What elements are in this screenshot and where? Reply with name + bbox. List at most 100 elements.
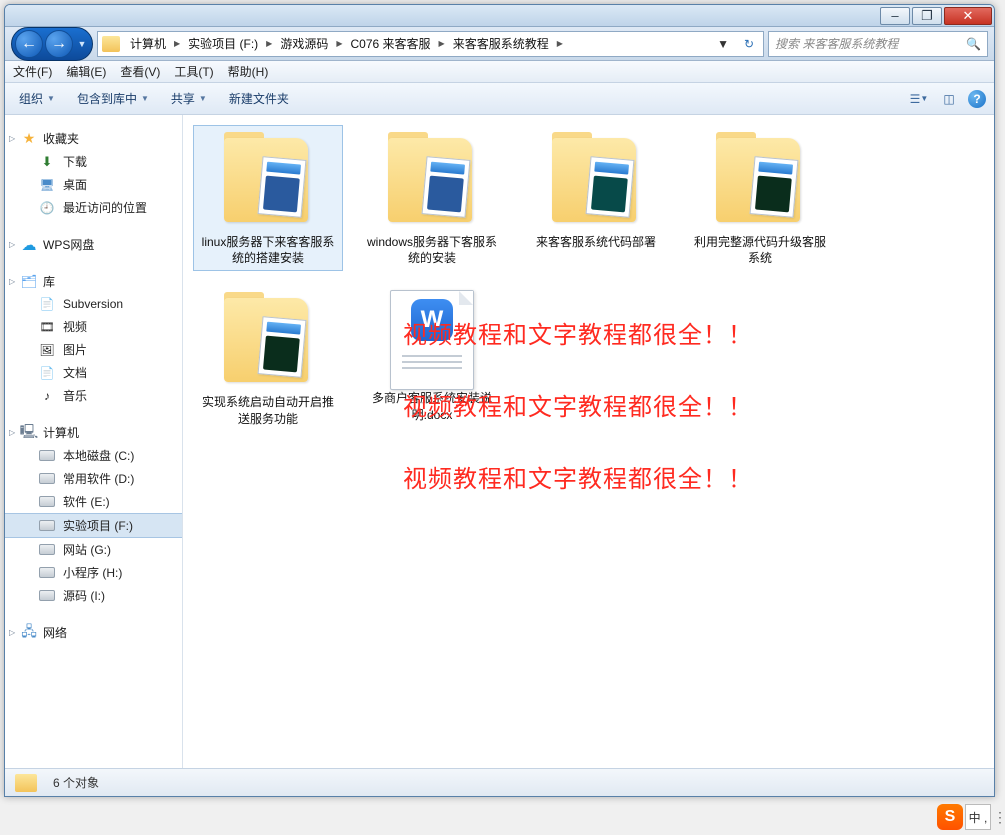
menu-tools[interactable]: 工具(T)	[174, 63, 213, 80]
recent-icon: 🕘	[39, 200, 55, 216]
folder-item[interactable]: windows服务器下客服系统的安装	[357, 125, 507, 271]
address-bar: ← → ▼ 计算机▶ 实验项目 (F:)▶ 游戏源码▶ C076 来客客服▶ 来…	[5, 27, 994, 61]
computer-icon: 🖳	[21, 425, 37, 441]
items-row: linux服务器下来客客服系统的搭建安装 windows服务器下客服系统的安装 …	[193, 125, 984, 432]
sidebar-item-drive-c[interactable]: 本地磁盘 (C:)	[5, 444, 182, 467]
overlay-annotation: 视频教程和文字教程都很全！！	[403, 387, 753, 422]
chevron-right-icon[interactable]: ▶	[332, 39, 346, 48]
crumb-folder-3[interactable]: 来客客服系统教程	[449, 35, 553, 52]
search-icon[interactable]: 🔍	[966, 37, 981, 51]
forward-button[interactable]: →	[45, 30, 73, 58]
sidebar-item-subversion[interactable]: 📄Subversion	[5, 293, 182, 315]
nav-history-dropdown[interactable]: ▼	[74, 39, 90, 49]
folder-icon	[15, 774, 37, 792]
library-icon: 🗂	[21, 274, 37, 290]
drive-icon	[39, 473, 55, 484]
ime-indicator[interactable]: S 中 , ⋮	[937, 804, 1003, 830]
drive-icon	[39, 496, 55, 507]
sidebar-favorites[interactable]: ▷★收藏夹	[5, 127, 182, 150]
crumb-computer[interactable]: 计算机	[126, 35, 170, 52]
item-label: windows服务器下客服系统的安装	[362, 234, 502, 266]
drive-icon	[39, 567, 55, 578]
item-label: linux服务器下来客客服系统的搭建安装	[198, 234, 338, 266]
close-button[interactable]: ✕	[944, 7, 992, 25]
item-label: 利用完整源代码升级客服系统	[690, 234, 830, 266]
desktop-icon: 🖥	[39, 177, 55, 193]
overlay-annotation: 视频教程和文字教程都很全！！	[403, 459, 753, 494]
sidebar-item-drive-i[interactable]: 源码 (I:)	[5, 584, 182, 607]
document-icon: 📄	[39, 365, 55, 381]
folder-thumbnail	[710, 130, 810, 230]
folder-item[interactable]: 来客客服系统代码部署	[521, 125, 671, 271]
chevron-right-icon[interactable]: ▶	[170, 39, 184, 48]
folder-thumbnail	[218, 290, 318, 390]
crumb-drive[interactable]: 实验项目 (F:)	[184, 35, 262, 52]
chevron-right-icon[interactable]: ▶	[262, 39, 276, 48]
video-icon: 🎞	[39, 319, 55, 335]
preview-pane-button[interactable]: ◫	[938, 89, 960, 109]
overlay-annotation: 视频教程和文字教程都很全！！	[403, 315, 753, 350]
sidebar-item-music[interactable]: ♪音乐	[5, 384, 182, 407]
view-options-button[interactable]: ☰ ▼	[908, 89, 930, 109]
folder-thumbnail	[546, 130, 646, 230]
address-dropdown[interactable]: ▼	[713, 35, 733, 53]
minimize-button[interactable]: –	[880, 7, 910, 25]
drive-icon	[39, 520, 55, 531]
download-icon: ⬇	[39, 154, 55, 170]
explorer-window: – ❐ ✕ ← → ▼ 计算机▶ 实验项目 (F:)▶ 游戏源码▶ C076 来…	[4, 4, 995, 797]
sidebar-item-desktop[interactable]: 🖥桌面	[5, 173, 182, 196]
folder-item[interactable]: linux服务器下来客客服系统的搭建安装	[193, 125, 343, 271]
drive-icon	[39, 590, 55, 601]
item-label: 来客客服系统代码部署	[534, 234, 658, 250]
search-placeholder: 搜索 来客客服系统教程	[775, 35, 898, 52]
status-count: 6 个对象	[53, 774, 99, 791]
menu-edit[interactable]: 编辑(E)	[66, 63, 106, 80]
menu-view[interactable]: 查看(V)	[120, 63, 160, 80]
sogou-icon[interactable]: S	[937, 804, 963, 830]
include-in-library-button[interactable]: 包含到库中▼	[71, 87, 155, 110]
sidebar-item-videos[interactable]: 🎞视频	[5, 315, 182, 338]
ime-more[interactable]: ⋮	[993, 813, 1003, 821]
sidebar-wps[interactable]: ▷☁WPS网盘	[5, 233, 182, 256]
chevron-right-icon[interactable]: ▶	[553, 39, 567, 48]
new-folder-button[interactable]: 新建文件夹	[223, 87, 295, 110]
sidebar-item-drive-h[interactable]: 小程序 (H:)	[5, 561, 182, 584]
body: ▷★收藏夹 ⬇下载 🖥桌面 🕘最近访问的位置 ▷☁WPS网盘 ▷🗂库 📄Subv…	[5, 115, 994, 768]
help-icon[interactable]: ?	[968, 90, 986, 108]
folder-item[interactable]: 利用完整源代码升级客服系统	[685, 125, 835, 271]
back-button[interactable]: ←	[15, 30, 43, 58]
picture-icon: 🖼	[39, 342, 55, 358]
sidebar-library[interactable]: ▷🗂库	[5, 270, 182, 293]
menu-file[interactable]: 文件(F)	[13, 63, 52, 80]
breadcrumb-bar[interactable]: 计算机▶ 实验项目 (F:)▶ 游戏源码▶ C076 来客客服▶ 来客客服系统教…	[97, 31, 764, 57]
nav-buttons: ← → ▼	[11, 27, 93, 61]
network-icon: 🖧	[21, 625, 37, 641]
item-label: 实现系统启动自动开启推送服务功能	[198, 394, 338, 426]
sidebar-item-documents[interactable]: 📄文档	[5, 361, 182, 384]
sidebar-item-recent[interactable]: 🕘最近访问的位置	[5, 196, 182, 219]
menu-help[interactable]: 帮助(H)	[228, 63, 269, 80]
file-icon: 📄	[39, 296, 55, 312]
search-input[interactable]: 搜索 来客客服系统教程 🔍	[768, 31, 988, 57]
sidebar-item-drive-e[interactable]: 软件 (E:)	[5, 490, 182, 513]
crumb-folder-1[interactable]: 游戏源码	[276, 35, 332, 52]
chevron-right-icon[interactable]: ▶	[435, 39, 449, 48]
refresh-button[interactable]: ↻	[739, 34, 759, 54]
maximize-button[interactable]: ❐	[912, 7, 942, 25]
sidebar-item-pictures[interactable]: 🖼图片	[5, 338, 182, 361]
crumb-folder-2[interactable]: C076 来客客服	[347, 35, 435, 52]
organize-button[interactable]: 组织▼	[13, 87, 61, 110]
sidebar-computer[interactable]: ▷🖳计算机	[5, 421, 182, 444]
sidebar-item-drive-g[interactable]: 网站 (G:)	[5, 538, 182, 561]
folder-item[interactable]: 实现系统启动自动开启推送服务功能	[193, 285, 343, 431]
navigation-pane: ▷★收藏夹 ⬇下载 🖥桌面 🕘最近访问的位置 ▷☁WPS网盘 ▷🗂库 📄Subv…	[5, 115, 183, 768]
share-button[interactable]: 共享▼	[165, 87, 213, 110]
sidebar-network[interactable]: ▷🖧网络	[5, 621, 182, 644]
ime-lang[interactable]: 中 ,	[965, 804, 991, 830]
music-icon: ♪	[39, 388, 55, 404]
files-area[interactable]: linux服务器下来客客服系统的搭建安装 windows服务器下客服系统的安装 …	[183, 115, 994, 768]
sidebar-item-drive-f[interactable]: 实验项目 (F:)	[5, 513, 182, 538]
star-icon: ★	[21, 131, 37, 147]
sidebar-item-downloads[interactable]: ⬇下载	[5, 150, 182, 173]
sidebar-item-drive-d[interactable]: 常用软件 (D:)	[5, 467, 182, 490]
